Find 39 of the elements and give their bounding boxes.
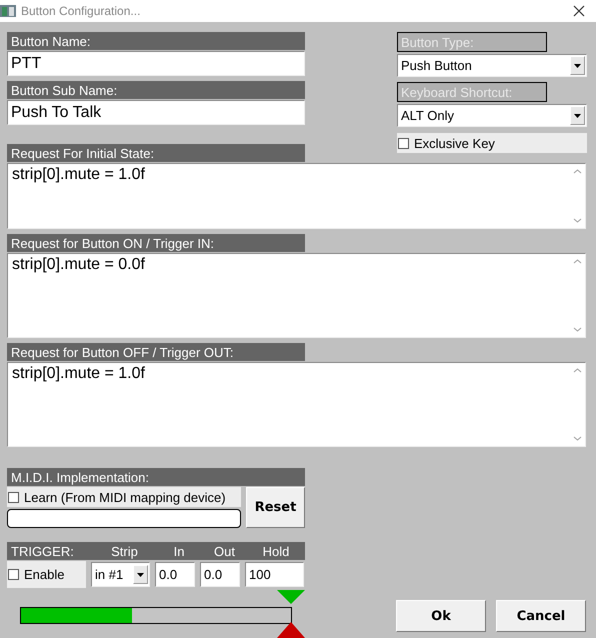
caret-icon	[574, 64, 581, 68]
section-label: Request for Button OFF / Trigger OUT:	[7, 343, 305, 361]
section-label: Request For Initial State:	[7, 144, 305, 162]
column-header: In	[172, 543, 186, 560]
input-field[interactable]: 100	[245, 562, 304, 587]
triangle-down-icon	[277, 590, 305, 604]
dropdown[interactable]: ALT Only	[397, 104, 587, 127]
section-label: TRIGGER:	[10, 543, 75, 560]
triangle-up-icon	[277, 622, 305, 638]
checkbox-label: Learn (From MIDI mapping device)	[24, 490, 226, 504]
column-header: Hold	[262, 543, 290, 560]
app-icon	[0, 4, 16, 18]
checkbox[interactable]	[8, 492, 19, 502]
input-field[interactable]: 0.0	[155, 562, 195, 587]
section-label: M.I.D.I. Implementation:	[7, 468, 305, 486]
checkbox-label: Exclusive Key	[414, 136, 495, 150]
input-field[interactable]: Push To Talk	[7, 100, 305, 125]
field-label: Button Sub Name:	[7, 81, 305, 99]
column-header: Strip	[110, 543, 139, 560]
caret-icon	[574, 114, 581, 118]
field-label: Keyboard Shortcut:	[397, 82, 547, 102]
window-title: Button Configuration...	[21, 4, 142, 18]
field-label: Button Name:	[7, 32, 305, 50]
input-field[interactable]: 0.0	[200, 562, 240, 587]
checkbox[interactable]	[8, 569, 19, 580]
section-label: Request for Button ON / Trigger IN:	[7, 234, 305, 252]
checkbox[interactable]	[398, 138, 409, 148]
close-icon[interactable]	[573, 5, 585, 17]
dropdown[interactable]: Push Button	[397, 54, 587, 77]
input-field[interactable]: PTT	[7, 51, 305, 76]
dropdown[interactable]: in #1	[91, 562, 150, 587]
field-label: Button Type:	[397, 32, 547, 52]
reset-button[interactable]: Reset	[246, 487, 305, 528]
checkbox-label: Enable	[24, 567, 64, 582]
cancel-button[interactable]: Cancel	[496, 600, 586, 632]
input-field[interactable]	[7, 509, 241, 528]
caret-icon	[137, 572, 144, 576]
column-header: Out	[213, 543, 236, 560]
ok-button[interactable]: Ok	[396, 600, 486, 632]
